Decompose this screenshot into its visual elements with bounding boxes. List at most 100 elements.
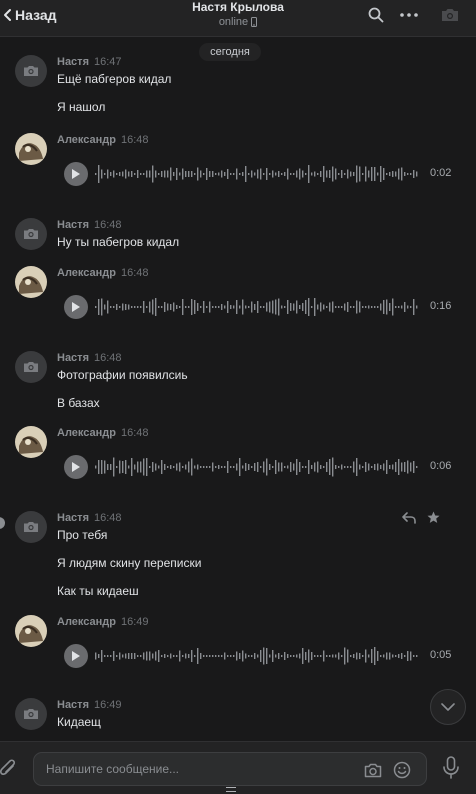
message-author[interactable]: Настя 16:49 bbox=[57, 699, 122, 711]
voice-waveform[interactable] bbox=[94, 295, 424, 319]
waveform-bar bbox=[287, 465, 289, 469]
waveform-bar bbox=[236, 651, 238, 661]
voice-waveform[interactable] bbox=[94, 455, 424, 479]
message-input[interactable] bbox=[46, 761, 346, 777]
waveform-bar bbox=[134, 306, 136, 308]
message-author[interactable]: Настя 16:48 bbox=[57, 352, 122, 364]
waveform-bar bbox=[197, 167, 199, 181]
message-group[interactable]: Александр 16:48 0:16 bbox=[0, 266, 476, 326]
resize-handle[interactable] bbox=[226, 787, 236, 792]
waveform-bar bbox=[302, 170, 304, 178]
message-author[interactable]: Александр 16:48 bbox=[57, 267, 149, 279]
avatar[interactable] bbox=[15, 426, 47, 458]
waveform-bar bbox=[176, 305, 178, 309]
avatar[interactable] bbox=[15, 55, 47, 87]
avatar[interactable] bbox=[15, 698, 47, 730]
play-button[interactable] bbox=[64, 295, 88, 319]
message-author[interactable]: Настя 16:48 bbox=[57, 512, 122, 524]
message-text: Ну ты пабегров кидал bbox=[57, 235, 180, 249]
waveform-bar bbox=[374, 647, 376, 665]
chat-title[interactable]: Настя Крылова online bbox=[150, 0, 326, 30]
waveform-bar bbox=[329, 655, 331, 657]
camera-attach-button[interactable] bbox=[363, 760, 383, 780]
waveform-bar bbox=[239, 653, 241, 659]
message-author[interactable]: Александр 16:49 bbox=[57, 616, 149, 628]
profile-photo-button[interactable] bbox=[440, 6, 460, 24]
scroll-down-button[interactable] bbox=[430, 689, 466, 725]
waveform-bar bbox=[413, 461, 415, 473]
avatar[interactable] bbox=[15, 615, 47, 647]
waveform-bar bbox=[284, 172, 286, 176]
microphone-icon[interactable] bbox=[441, 756, 461, 780]
paperclip-icon[interactable] bbox=[0, 759, 18, 779]
waveform-bar bbox=[332, 654, 334, 658]
play-icon bbox=[72, 651, 80, 661]
waveform-bar bbox=[407, 460, 409, 474]
waveform-bar bbox=[263, 173, 265, 175]
waveform-bar bbox=[152, 165, 154, 183]
waveform-bar bbox=[203, 301, 205, 313]
message-group[interactable]: Александр 16:48 0:02 bbox=[0, 133, 476, 193]
play-button[interactable] bbox=[64, 455, 88, 479]
waveform-bar bbox=[341, 655, 343, 657]
waveform-bar bbox=[218, 465, 220, 469]
waveform-bar bbox=[146, 306, 148, 308]
waveform-bar bbox=[206, 655, 208, 657]
avatar[interactable] bbox=[15, 266, 47, 298]
waveform-bar bbox=[320, 171, 322, 177]
waveform-bar bbox=[137, 306, 139, 308]
waveform-bar bbox=[383, 300, 385, 314]
waveform-bar bbox=[410, 173, 412, 175]
message-group[interactable]: Александр 16:49 0:05 bbox=[0, 615, 476, 675]
play-button[interactable] bbox=[64, 162, 88, 186]
waveform-bar bbox=[212, 462, 214, 472]
avatar-image bbox=[15, 133, 47, 165]
more-button[interactable] bbox=[399, 6, 419, 24]
waveform-bar bbox=[380, 655, 382, 657]
waveform-bar bbox=[128, 171, 130, 177]
waveform-bar bbox=[335, 654, 337, 658]
waveform-bar bbox=[269, 301, 271, 313]
message-author[interactable]: Настя 16:47 bbox=[57, 56, 122, 68]
camera-icon bbox=[24, 709, 38, 719]
avatar[interactable] bbox=[15, 351, 47, 383]
back-button[interactable]: Назад bbox=[0, 4, 57, 26]
waveform-bar bbox=[164, 302, 166, 312]
message-group[interactable]: Александр 16:48 0:06 bbox=[0, 426, 476, 486]
waveform-bar bbox=[359, 301, 361, 313]
message-group[interactable]: Настя 16:49 Кидаещ bbox=[0, 698, 476, 738]
play-button[interactable] bbox=[64, 644, 88, 668]
message-text: Как ты кидаеш bbox=[57, 584, 139, 598]
message-time: 16:48 bbox=[120, 267, 149, 279]
reply-icon[interactable] bbox=[402, 512, 416, 524]
waveform-bar bbox=[323, 650, 325, 662]
voice-waveform[interactable] bbox=[94, 644, 424, 668]
waveform-bar bbox=[338, 173, 340, 175]
waveform-bar bbox=[233, 466, 235, 468]
message-author[interactable]: Александр 16:48 bbox=[57, 427, 149, 439]
star-icon[interactable] bbox=[427, 511, 440, 524]
message-author[interactable]: Настя 16:48 bbox=[57, 219, 122, 231]
avatar[interactable] bbox=[15, 511, 47, 543]
avatar[interactable] bbox=[15, 133, 47, 165]
waveform-bar bbox=[164, 654, 166, 658]
waveform-bar bbox=[215, 306, 217, 308]
message-group[interactable]: Настя 16:48 Ну ты пабегров кидал bbox=[0, 218, 476, 258]
waveform-bar bbox=[137, 655, 139, 657]
waveform-bar bbox=[119, 172, 121, 176]
message-group[interactable]: Настя 16:47 Ещё пабгеров кидал Я нашол bbox=[0, 55, 476, 121]
waveform-bar bbox=[335, 168, 337, 180]
waveform-bar bbox=[350, 171, 352, 177]
message-history[interactable]: сегодня Настя 16:47 Ещё пабгеров кидал Я … bbox=[0, 37, 476, 741]
message-author[interactable]: Александр 16:48 bbox=[57, 134, 149, 146]
avatar[interactable] bbox=[15, 218, 47, 250]
emoji-button[interactable] bbox=[392, 760, 412, 780]
composer bbox=[0, 741, 476, 794]
message-group[interactable]: Настя 16:48 Про тебя Я людям скину перепи… bbox=[0, 511, 476, 605]
waveform-bar bbox=[116, 173, 118, 175]
waveform-bar bbox=[356, 300, 358, 314]
message-group[interactable]: Настя 16:48 Фотографии появилсиь В базах bbox=[0, 351, 476, 417]
search-button[interactable] bbox=[366, 6, 386, 24]
voice-waveform[interactable] bbox=[94, 162, 424, 186]
waveform-bar bbox=[122, 303, 124, 311]
